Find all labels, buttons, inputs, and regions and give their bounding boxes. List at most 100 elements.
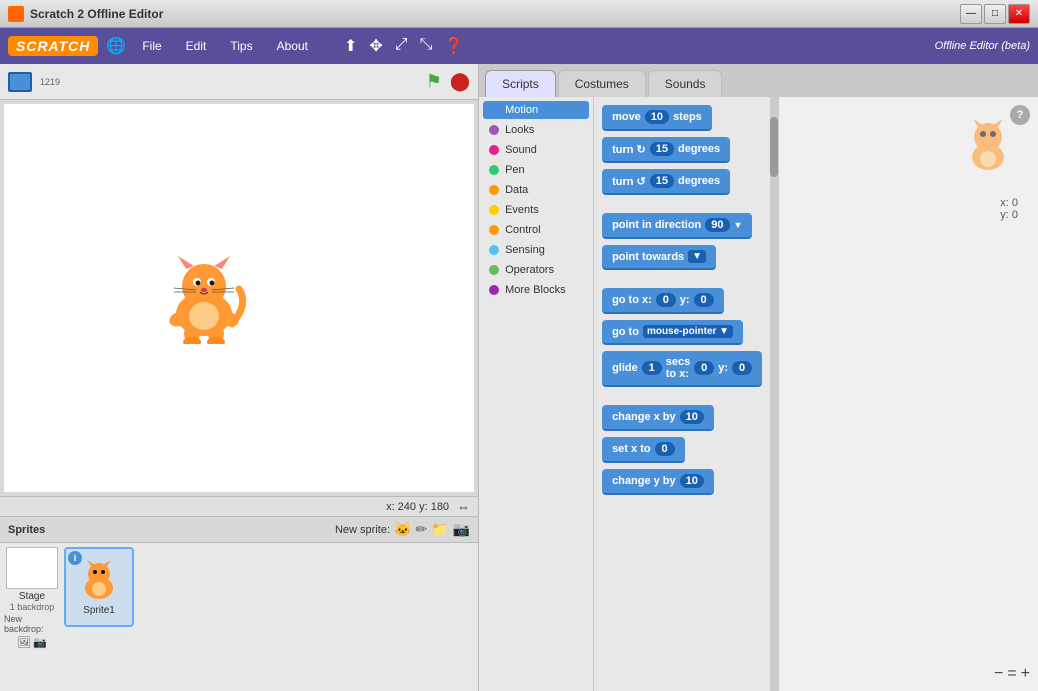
block-set-x[interactable]: set x to 0: [602, 437, 685, 463]
category-looks[interactable]: Looks: [483, 121, 589, 139]
add-sprite-photo-icon[interactable]: 📁: [431, 521, 448, 538]
block-change-x[interactable]: change x by 10: [602, 405, 714, 431]
zoom-controls: − = +: [994, 665, 1030, 683]
category-motion[interactable]: Motion: [483, 101, 589, 119]
fullscreen-icon[interactable]: ✥: [369, 36, 382, 56]
category-control-label: Control: [505, 224, 540, 236]
data-dot: [489, 185, 499, 195]
titlebar-left: Scratch 2 Offline Editor: [8, 6, 163, 22]
category-events-label: Events: [505, 204, 539, 216]
new-backdrop-label: New backdrop:: [4, 614, 60, 634]
sprite-portrait: [958, 117, 1018, 177]
blocks-area: Motion Looks Sound Pen Data: [479, 97, 1038, 691]
sprite-thumbnail: [74, 558, 124, 603]
category-sound-label: Sound: [505, 144, 537, 156]
upload-icon[interactable]: ⬆: [344, 36, 357, 56]
block-go-to-dropdown[interactable]: mouse-pointer ▼: [643, 325, 733, 338]
green-flag-button[interactable]: ⚑: [426, 71, 442, 92]
menu-tips[interactable]: Tips: [222, 35, 260, 57]
maximize-button[interactable]: □: [984, 4, 1006, 24]
category-sound[interactable]: Sound: [483, 141, 589, 159]
blocks-scrollbar[interactable]: [770, 97, 778, 691]
category-events[interactable]: Events: [483, 201, 589, 219]
block-move-value[interactable]: 10: [645, 110, 669, 124]
shrink-icon[interactable]: ⤡: [420, 36, 433, 56]
toolbar-icons: ⬆ ✥ ⤢ ⤡ ❓: [344, 36, 464, 56]
block-change-y[interactable]: change y by 10: [602, 469, 714, 495]
sprite-info-badge[interactable]: i: [68, 551, 82, 565]
tab-costumes[interactable]: Costumes: [558, 70, 646, 97]
sprites-panel: Sprites New sprite: 🐱 ✏ 📁 📷 Stage 1 back…: [0, 516, 478, 691]
categories-panel: Motion Looks Sound Pen Data: [479, 97, 594, 691]
block-set-x-value[interactable]: 0: [655, 442, 675, 456]
blocks-list: move 10 steps turn ↻ 15 degrees turn ↺ 1…: [594, 97, 770, 691]
cat-sprite[interactable]: [154, 254, 254, 344]
block-point-towards-dropdown[interactable]: ▼: [688, 250, 706, 263]
block-turn-ccw-value[interactable]: 15: [650, 174, 674, 188]
category-more-blocks-label: More Blocks: [505, 284, 566, 296]
menu-about[interactable]: About: [269, 35, 316, 57]
menu-edit[interactable]: Edit: [178, 35, 215, 57]
scroll-thumb[interactable]: [770, 117, 778, 177]
category-sensing[interactable]: Sensing: [483, 241, 589, 259]
block-turn-ccw-suffix: degrees: [678, 175, 720, 187]
category-pen[interactable]: Pen: [483, 161, 589, 179]
block-go-to-y[interactable]: 0: [694, 293, 714, 307]
category-more-blocks[interactable]: More Blocks: [483, 281, 589, 299]
minimize-button[interactable]: —: [960, 4, 982, 24]
sprite-item[interactable]: i Sprite1: [64, 547, 134, 627]
sprite-svg: [154, 254, 254, 344]
sprites-content: Stage 1 backdrop New backdrop: 🖼 📷 i: [0, 543, 478, 691]
stage-view-icon[interactable]: [8, 72, 32, 92]
menu-file[interactable]: File: [134, 35, 169, 57]
category-operators[interactable]: Operators: [483, 261, 589, 279]
stage-toolbar: 1219 ⚑ ⬤: [0, 64, 478, 100]
block-change-x-value[interactable]: 10: [680, 410, 704, 424]
stage-thumbnail[interactable]: Stage 1 backdrop New backdrop: 🖼 📷: [4, 547, 60, 687]
category-control[interactable]: Control: [483, 221, 589, 239]
backdrop-icons: 🖼 📷: [17, 636, 47, 649]
add-sprite-camera-icon[interactable]: 📷: [453, 521, 470, 538]
block-go-to[interactable]: go to mouse-pointer ▼: [602, 320, 743, 345]
block-glide-x[interactable]: 0: [694, 361, 714, 375]
new-sprite-label: New sprite:: [335, 524, 390, 536]
sensing-dot: [489, 245, 499, 255]
block-glide-label: glide: [612, 362, 638, 374]
app-title: Scratch 2 Offline Editor: [30, 7, 163, 21]
motion-dot: [489, 105, 499, 115]
block-turn-ccw[interactable]: turn ↺ 15 degrees: [602, 169, 730, 195]
zoom-in-button[interactable]: +: [1021, 665, 1030, 683]
scroll-toggle-icon[interactable]: ⇔: [457, 499, 470, 514]
help-toolbar-icon[interactable]: ❓: [444, 36, 464, 56]
category-data[interactable]: Data: [483, 181, 589, 199]
block-move[interactable]: move 10 steps: [602, 105, 712, 131]
close-button[interactable]: ✕: [1008, 4, 1030, 24]
block-go-to-y-label: y:: [680, 294, 690, 306]
add-sprite-paint-icon[interactable]: 🐱: [394, 521, 411, 538]
block-go-to-x[interactable]: 0: [656, 293, 676, 307]
tab-sounds[interactable]: Sounds: [648, 70, 723, 97]
block-glide[interactable]: glide 1 secs to x: 0 y: 0: [602, 351, 762, 387]
block-glide-secs[interactable]: 1: [642, 361, 662, 375]
block-turn-cw[interactable]: turn ↻ 15 degrees: [602, 137, 730, 163]
stop-button[interactable]: ⬤: [450, 71, 470, 92]
backdrop-camera-icon[interactable]: 📷: [33, 636, 47, 649]
block-go-to-xy[interactable]: go to x: 0 y: 0: [602, 288, 724, 314]
block-point-direction-dropdown[interactable]: ▼: [734, 220, 743, 230]
backdrop-paint-icon[interactable]: 🖼: [17, 636, 31, 649]
zoom-out-button[interactable]: −: [994, 665, 1003, 683]
block-turn-cw-value[interactable]: 15: [650, 142, 674, 156]
stage-thumb-box: [6, 547, 58, 589]
block-glide-y[interactable]: 0: [732, 361, 752, 375]
main-area: 1219 ⚑ ⬤: [0, 64, 1038, 691]
block-change-y-value[interactable]: 10: [680, 474, 704, 488]
add-sprite-file-icon[interactable]: ✏: [415, 521, 427, 538]
block-point-towards[interactable]: point towards ▼: [602, 245, 716, 270]
zoom-reset-button[interactable]: =: [1007, 665, 1016, 683]
expand-icon[interactable]: ⤢: [395, 36, 408, 56]
block-point-direction[interactable]: point in direction 90 ▼: [602, 213, 752, 239]
tab-scripts[interactable]: Scripts: [485, 70, 556, 97]
block-glide-secs-label: secs to x:: [666, 356, 690, 380]
language-icon[interactable]: 🌐: [106, 36, 126, 56]
block-point-direction-value[interactable]: 90: [705, 218, 729, 232]
